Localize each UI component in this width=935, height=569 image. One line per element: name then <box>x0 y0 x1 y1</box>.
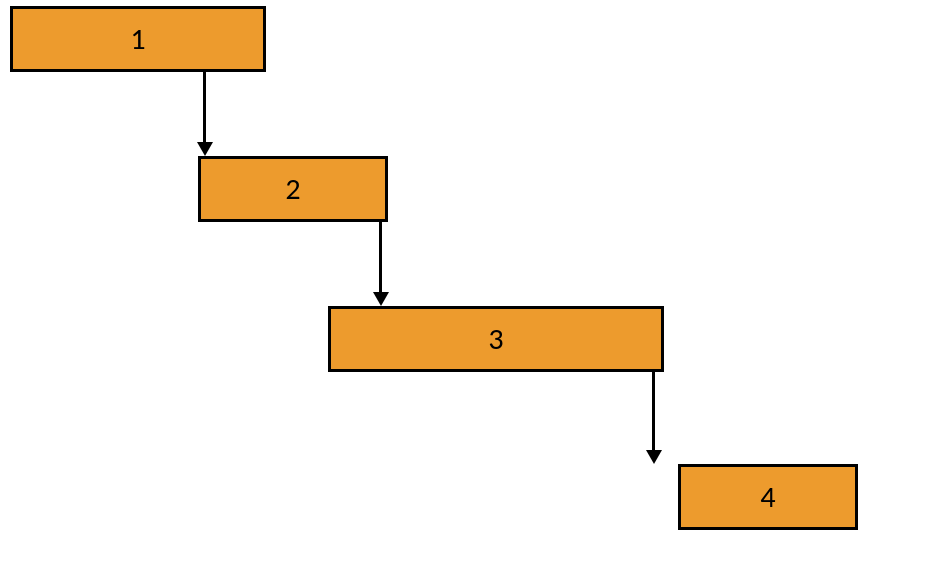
arrow-2-to-3-head <box>373 292 389 306</box>
node-2-label: 2 <box>285 171 300 208</box>
node-1: 1 <box>10 6 266 72</box>
node-3: 3 <box>328 306 664 372</box>
node-1-label: 1 <box>130 21 145 58</box>
arrow-3-to-4-line <box>652 372 655 452</box>
node-4-label: 4 <box>760 479 775 516</box>
arrow-1-to-2-head <box>197 142 213 156</box>
node-2: 2 <box>198 156 388 222</box>
diagram-canvas: 1 2 3 4 <box>0 0 935 569</box>
arrow-1-to-2-line <box>203 72 206 144</box>
arrow-3-to-4-head <box>646 450 662 464</box>
arrow-2-to-3-line <box>379 222 382 294</box>
node-4: 4 <box>678 464 858 530</box>
node-3-label: 3 <box>488 321 503 358</box>
